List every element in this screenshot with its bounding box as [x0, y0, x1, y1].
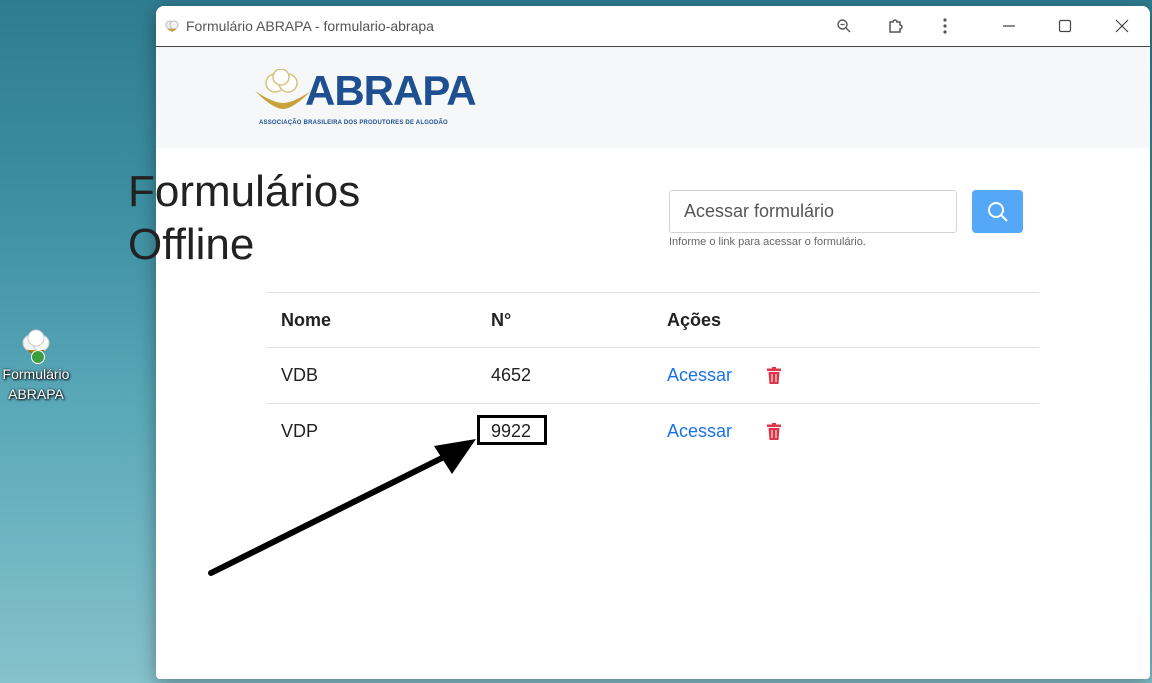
access-link[interactable]: Acessar — [667, 348, 732, 403]
forms-table: Nome N° Ações VDB 4652 Acessar VDP 9922 … — [266, 292, 1039, 459]
sync-check-icon — [31, 350, 45, 364]
form-link-input[interactable] — [669, 190, 957, 233]
page-title: Formulários Offline — [128, 165, 428, 271]
cotton-app-icon — [165, 20, 179, 32]
row-name: VDB — [281, 365, 319, 385]
minimize-icon — [1003, 25, 1015, 27]
header-banner: ABRAPA ASSOCIAÇÃO BRASILEIRA DOS PRODUTO… — [156, 47, 1150, 148]
search-icon — [987, 201, 1008, 222]
column-header-numero: N° — [491, 309, 512, 330]
puzzle-icon — [889, 19, 903, 33]
table-header-row: Nome N° Ações — [266, 292, 1039, 348]
desktop-shortcut-formulario-abrapa[interactable]: Formulário ABRAPA — [0, 328, 72, 404]
column-header-nome: Nome — [281, 309, 332, 330]
table-row: VDB 4652 Acessar — [266, 348, 1039, 403]
logo-subtitle: ASSOCIAÇÃO BRASILEIRA DOS PRODUTORES DE … — [259, 120, 448, 126]
page-title-line2: Offline — [128, 220, 255, 269]
extensions-button[interactable] — [876, 6, 916, 46]
maximize-button[interactable] — [1045, 6, 1085, 46]
delete-button[interactable] — [767, 404, 781, 459]
page-title-line1: Formulários — [128, 167, 361, 216]
minimize-button[interactable] — [989, 6, 1029, 46]
title-bar[interactable]: Formulário ABRAPA - formulario-abrapa — [156, 6, 1150, 47]
delete-button[interactable] — [767, 348, 781, 403]
zoom-button[interactable] — [824, 6, 864, 46]
search-button[interactable] — [972, 190, 1023, 233]
row-name: VDP — [281, 421, 319, 441]
cotton-icon — [19, 328, 53, 364]
window-title: Formulário ABRAPA - formulario-abrapa — [186, 18, 434, 34]
trash-icon — [767, 367, 781, 384]
annotation-highlight-box — [477, 415, 547, 445]
maximize-icon — [1058, 19, 1072, 33]
row-number: 4652 — [491, 365, 532, 385]
close-icon — [1115, 19, 1129, 33]
desktop-icon-label-line2: ABRAPA — [8, 386, 64, 402]
table-row: VDP 9922 Acessar — [266, 403, 1039, 459]
column-header-acoes: Ações — [667, 309, 722, 330]
desktop-icon-label-line1: Formulário — [2, 366, 70, 382]
access-link[interactable]: Acessar — [667, 404, 732, 459]
trash-icon — [767, 423, 781, 440]
more-vertical-icon — [943, 18, 947, 34]
search-help-text: Informe o link para acessar o formulário… — [669, 236, 866, 248]
close-button[interactable] — [1102, 6, 1142, 46]
menu-button[interactable] — [925, 6, 965, 46]
zoom-icon — [837, 19, 851, 33]
cotton-logo-icon — [255, 69, 311, 109]
logo-wordmark: ABRAPA — [305, 67, 477, 114]
